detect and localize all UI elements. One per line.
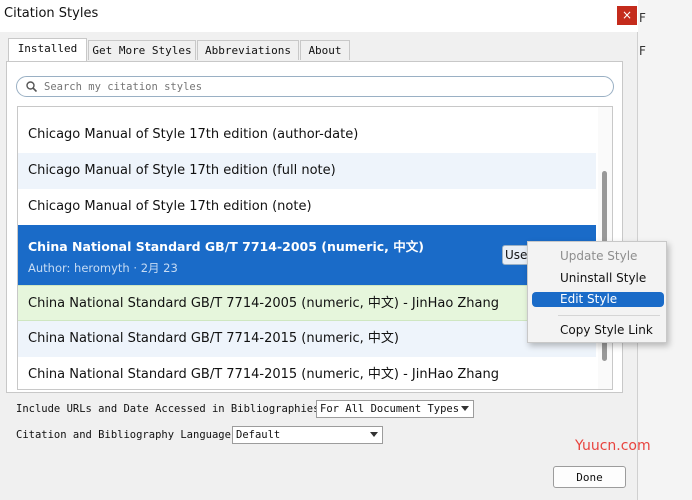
language-select[interactable]: Default [232,426,383,444]
window-title: Citation Styles [4,6,99,21]
list-item[interactable]: China National Standard GB/T 7714-2015 (… [18,357,596,389]
watermark-text: Yuucn.com [575,438,651,454]
style-title: China National Standard GB/T 7714-2005 (… [28,239,424,254]
list-item-selected[interactable]: China National Standard GB/T 7714-2005 (… [18,225,596,285]
chevron-down-icon [370,432,378,437]
background-glyph: F [639,11,646,25]
style-title: China National Standard GB/T 7714-2015 (… [28,367,500,382]
style-title: China National Standard GB/T 7714-2005 (… [28,296,500,311]
installed-panel: Chicago Manual of Style 17th edition (au… [6,61,623,393]
search-icon [26,81,37,92]
list-item[interactable]: China National Standard GB/T 7714-2015 (… [18,321,596,357]
list-item[interactable]: Chicago Manual of Style 17th edition (au… [18,117,596,153]
menu-item-edit-style[interactable]: Edit Style [532,292,664,307]
tab-get-more-styles[interactable]: Get More Styles [88,40,196,60]
tab-about[interactable]: About [300,40,350,60]
include-urls-select[interactable]: For All Document Types [316,400,474,418]
background-glyph: F [639,44,646,58]
style-title: China National Standard GB/T 7714-2015 (… [28,331,399,346]
search-box [16,76,614,97]
include-urls-value: For All Document Types [320,403,460,415]
tab-abbreviations[interactable]: Abbreviations [197,40,299,60]
language-value: Default [236,429,281,441]
menu-item-copy-style-link[interactable]: Copy Style Link [532,323,664,338]
menu-item-update-style[interactable]: Update Style [532,249,664,264]
title-bar: Citation Styles × [0,0,638,32]
styles-list: Chicago Manual of Style 17th edition (au… [17,106,613,390]
list-item[interactable]: Chicago Manual of Style 17th edition (no… [18,189,596,225]
close-button[interactable]: × [617,6,637,25]
list-item[interactable]: Chicago Manual of Style 17th edition (fu… [18,153,596,189]
chevron-down-icon [461,406,469,411]
list-item[interactable]: China National Standard GB/T 7714-2005 (… [18,285,596,321]
style-title: Chicago Manual of Style 17th edition (au… [28,127,359,142]
menu-separator [558,315,660,316]
style-title: Chicago Manual of Style 17th edition (no… [28,199,312,214]
style-title: Chicago Manual of Style 17th edition (fu… [28,163,336,178]
search-input[interactable] [44,79,604,94]
language-label: Citation and Bibliography Language: [16,429,238,441]
done-button[interactable]: Done [553,466,626,488]
tab-installed[interactable]: Installed [8,38,87,61]
style-context-menu: Update Style Uninstall Style Edit Style … [527,241,667,343]
menu-item-uninstall-style[interactable]: Uninstall Style [532,271,664,286]
style-author: Author: heromyth · 2月 23 [28,261,178,275]
include-urls-label: Include URLs and Date Accessed in Biblio… [16,403,326,415]
